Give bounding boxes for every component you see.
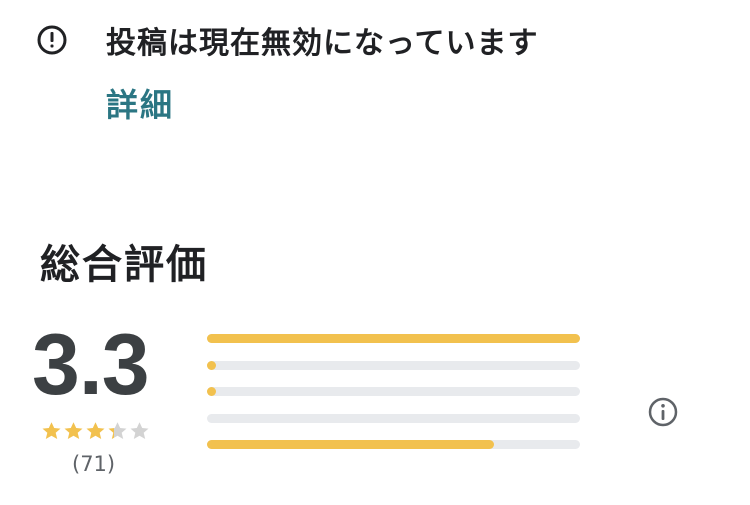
alert-circle-icon xyxy=(36,24,68,56)
star-icon xyxy=(41,421,62,441)
rating-bar-fill xyxy=(207,360,216,370)
rating-bar-4-star[interactable] xyxy=(207,360,580,370)
rating-bar-2-star[interactable] xyxy=(207,413,580,423)
rating-bar-fill xyxy=(207,440,495,449)
notice-text: 投稿は現在無効になっています xyxy=(106,26,539,61)
posting-disabled-notice: 投稿は現在無効になっています xyxy=(36,18,539,62)
rating-distribution xyxy=(207,334,580,467)
rating-bar-5-star[interactable] xyxy=(207,334,580,343)
details-link[interactable]: 詳細 xyxy=(106,80,174,126)
star-icon xyxy=(107,421,128,441)
info-icon[interactable] xyxy=(647,396,679,428)
overall-rating-title: 総合評価 xyxy=(40,242,208,288)
rating-bar-fill xyxy=(207,387,216,396)
rating-bar-fill xyxy=(207,334,580,343)
star-icon xyxy=(85,421,106,441)
rating-bar-3-star[interactable] xyxy=(207,387,580,396)
rating-bar-1-star[interactable] xyxy=(207,440,580,449)
review-count: (71) xyxy=(72,452,116,476)
star-rating xyxy=(41,421,151,441)
rating-score: 3.3 xyxy=(32,317,150,413)
star-icon xyxy=(129,421,150,441)
star-icon xyxy=(63,421,84,441)
